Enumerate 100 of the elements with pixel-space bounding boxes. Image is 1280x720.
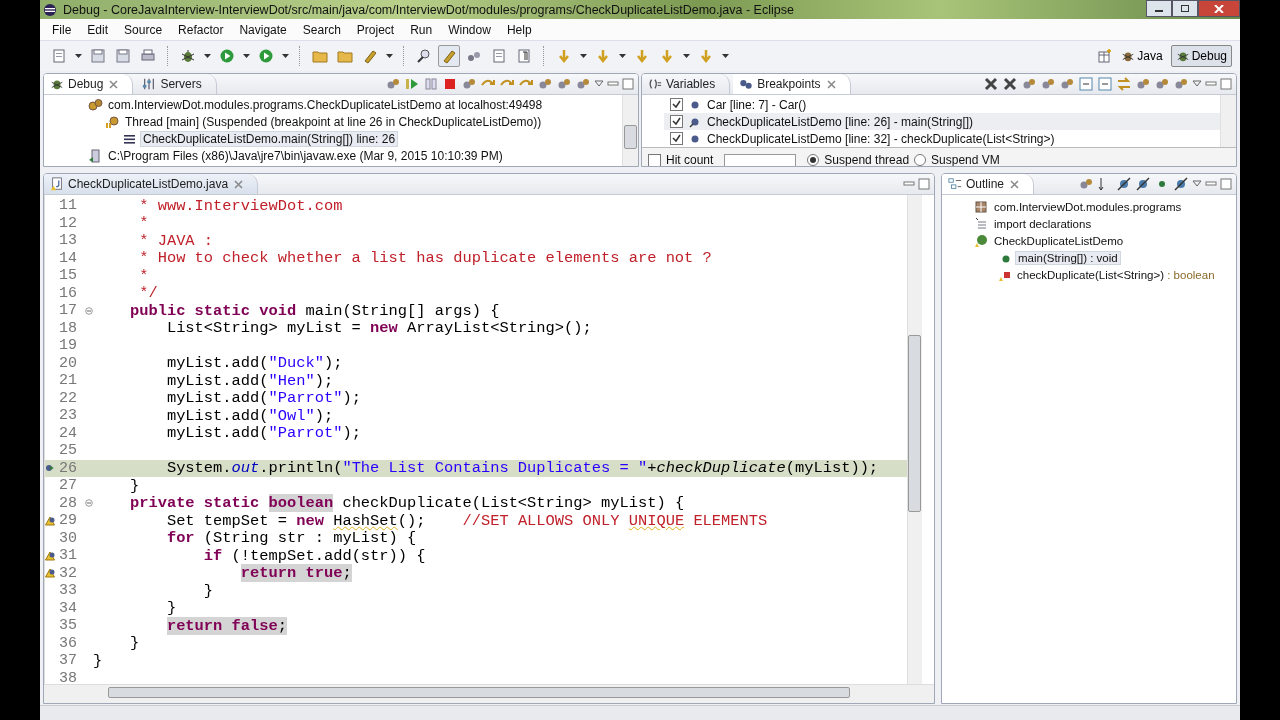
maximize-icon[interactable]: [1220, 78, 1232, 90]
scrollbar[interactable]: [907, 195, 921, 684]
menu-item[interactable]: File: [44, 22, 80, 37]
scrollbar-thumb[interactable]: [908, 335, 921, 512]
caret-icon[interactable]: [204, 54, 211, 58]
close-icon[interactable]: [826, 79, 836, 89]
open-perspective-icon[interactable]: [1097, 48, 1114, 64]
checkbox[interactable]: [670, 98, 683, 111]
code-line: Set tempSet = new HashSet(); //SET ALLOWS ONLY UNIQUE ELEMENTS: [165, 511, 768, 530]
perspective-button[interactable]: Java: [1116, 45, 1168, 67]
caret-icon[interactable]: [282, 54, 289, 58]
line-number: 11: [59, 197, 78, 215]
menu-item[interactable]: Project: [348, 22, 403, 37]
scrollbar[interactable]: [44, 684, 934, 703]
highlighter-button[interactable]: [438, 45, 460, 67]
caret-icon[interactable]: [243, 54, 250, 58]
expand-icon[interactable]: [1078, 76, 1094, 92]
editor-tab[interactable]: CheckDuplicateListDemo.java: [44, 174, 259, 194]
checkbox[interactable]: [670, 115, 683, 128]
code-line: List<String> myList = new ArrayList<String>();: [165, 319, 592, 338]
minimize-icon[interactable]: [903, 180, 915, 188]
terminate-icon[interactable]: [442, 76, 458, 92]
eclipse-icon: [43, 2, 57, 17]
outline-item[interactable]: CheckDuplicateListDemo: [992, 234, 1126, 247]
outline-item[interactable]: main(String[]) : void: [1015, 250, 1121, 265]
line-number: 14: [59, 249, 78, 267]
menu-item[interactable]: Help: [498, 22, 540, 37]
caret-icon[interactable]: [386, 54, 393, 58]
radio-button[interactable]: [807, 154, 820, 166]
hide-static-icon[interactable]: [1135, 176, 1151, 192]
line-number: 27: [59, 477, 78, 495]
scrollbar-thumb[interactable]: [624, 125, 637, 149]
print-icon: [140, 48, 156, 64]
menu-item[interactable]: Navigate: [231, 22, 295, 37]
page-icon: [491, 48, 507, 64]
caret-icon[interactable]: [619, 54, 626, 58]
menu-item[interactable]: Edit: [79, 22, 117, 37]
minimize-icon[interactable]: [1205, 180, 1217, 188]
fold-icon[interactable]: [85, 499, 93, 508]
view-tab[interactable]: Servers: [136, 74, 217, 94]
checkbox[interactable]: [648, 154, 661, 166]
outline-item[interactable]: import declarations: [992, 217, 1094, 230]
caret-icon[interactable]: [75, 54, 82, 58]
maximize-icon[interactable]: [622, 78, 634, 90]
remove-icon[interactable]: [983, 76, 999, 92]
collapse-icon[interactable]: [1097, 76, 1113, 92]
warning-icon: [45, 515, 55, 526]
breakpoint-row[interactable]: Car [line: 7] - Car(): [664, 96, 1220, 113]
hide-local-icon[interactable]: [1173, 176, 1189, 192]
radio-label: Suspend VM: [931, 154, 1000, 166]
tree-item[interactable]: C:\Program Files (x86)\Java\jre7\bin\javaw.exe (Mar 9, 2015 10:10:39 PM): [106, 148, 505, 163]
close-icon[interactable]: [234, 179, 244, 189]
view-tab[interactable]: Breakpoints: [733, 74, 851, 94]
view-tab[interactable]: Variables: [642, 74, 731, 94]
maximize-button[interactable]: [1172, 0, 1198, 17]
scrollbar-thumb[interactable]: [108, 687, 850, 698]
hit-count-label: Hit count: [666, 154, 714, 166]
caret-icon[interactable]: [722, 54, 729, 58]
maximize-icon[interactable]: [918, 178, 930, 190]
fold-icon[interactable]: [85, 306, 93, 315]
view-menu-icon[interactable]: [594, 80, 604, 88]
scrollbar[interactable]: [1220, 95, 1236, 147]
view-tab[interactable]: Debug: [44, 74, 134, 94]
remove-all-icon[interactable]: [1002, 76, 1018, 92]
minimize-icon[interactable]: [1205, 80, 1217, 88]
caret-icon[interactable]: [683, 54, 690, 58]
outline-item[interactable]: com.InterviewDot.modules.programs: [992, 200, 1184, 213]
line-number: 34: [59, 599, 78, 617]
breakpoint-row[interactable]: CheckDuplicateListDemo [line: 32] - checkDuplicate(List<String>): [664, 130, 1220, 147]
tree-item[interactable]: CheckDuplicateListDemo.main(String[]) line: 26: [140, 130, 399, 147]
menu-item[interactable]: Refactor: [170, 22, 232, 37]
view-menu-icon[interactable]: [1192, 80, 1202, 88]
close-button[interactable]: [1198, 0, 1240, 17]
sync-icon[interactable]: [1116, 76, 1132, 92]
outline-icon: [948, 177, 962, 191]
suspend-icon[interactable]: [423, 76, 439, 92]
menu-item[interactable]: Run: [402, 22, 441, 37]
checkbox[interactable]: [670, 132, 683, 145]
outline-item[interactable]: checkDuplicate(List<String>) : boolean: [1015, 268, 1217, 281]
view-tab[interactable]: Outline: [942, 174, 1035, 194]
menu-item[interactable]: Source: [116, 22, 171, 37]
code-line: for (String str : myList) {: [165, 529, 417, 548]
view-menu-icon[interactable]: [1192, 180, 1202, 188]
scrollbar[interactable]: [622, 95, 638, 166]
close-icon[interactable]: [1010, 179, 1020, 189]
perspective-button[interactable]: Debug: [1170, 45, 1232, 67]
tree-item[interactable]: Thread [main] (Suspended (breakpoint at line 26 in CheckDuplicateListDemo)): [123, 114, 544, 129]
radio-button[interactable]: [914, 154, 927, 166]
menu-item[interactable]: Window: [440, 22, 499, 37]
close-icon[interactable]: [109, 79, 119, 89]
maximize-icon[interactable]: [1220, 178, 1232, 190]
resume-icon[interactable]: [404, 76, 420, 92]
minimize-icon[interactable]: [607, 80, 619, 88]
hit-count-field[interactable]: [724, 154, 797, 166]
menu-item[interactable]: Search: [294, 22, 349, 37]
breakpoint-row[interactable]: CheckDuplicateListDemo [line: 26] - main(String[]): [664, 113, 1220, 130]
tree-item[interactable]: com.InterviewDot.modules.programs.CheckDuplicateListDemo at localhost:49498: [106, 97, 545, 112]
minimize-button[interactable]: [1146, 0, 1172, 17]
hide-fields-icon[interactable]: [1116, 176, 1132, 192]
caret-icon[interactable]: [580, 54, 587, 58]
